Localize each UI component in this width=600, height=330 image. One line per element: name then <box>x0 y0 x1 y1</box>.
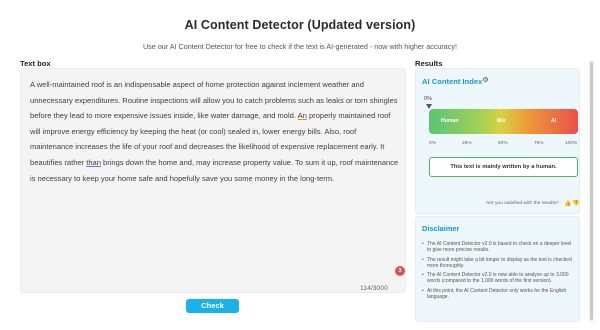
disclaimer-item: The result might take a bit longer to di… <box>422 257 572 269</box>
gauge-tick: 0% <box>429 141 436 146</box>
verdict-box: This text is mainly written by a human. <box>429 157 578 177</box>
gauge-label-human: Human <box>441 118 459 124</box>
results-label: Results <box>415 59 443 68</box>
results-panel: AI Content Index? 0% Human Mix AI 0% 25%… <box>415 68 580 214</box>
info-icon[interactable]: ? <box>483 77 489 82</box>
text-input-area[interactable]: A well-maintained roof is an indispensab… <box>20 68 406 293</box>
gauge-label-ai: AI <box>551 118 557 124</box>
ai-index-gauge: Human Mix AI <box>429 109 578 134</box>
thumbs-up-icon[interactable]: 👍 <box>564 200 571 207</box>
gauge-tick: 50% <box>498 141 508 146</box>
ai-content-index-title: AI Content Index? <box>422 77 489 86</box>
thumbs-down-icon[interactable]: 👎 <box>572 200 579 207</box>
grammar-flag-an[interactable]: An <box>298 111 307 120</box>
disclaimer-item: The AI Content Detector v2.0 is based to… <box>422 241 572 253</box>
disclaimer-title: Disclaimer <box>422 224 460 233</box>
page-title: AI Content Detector (Updated version) <box>184 18 416 32</box>
disclaimer-item: The AI Content Detector v2.0 is now able… <box>422 272 572 284</box>
check-button[interactable]: Check <box>186 299 239 313</box>
gauge-label-mix: Mix <box>497 118 506 124</box>
disclaimer-item: At this point, the AI Content Detector o… <box>422 288 572 300</box>
grammar-flag-than[interactable]: than <box>86 158 101 167</box>
scrollbar-thumb[interactable] <box>590 62 593 320</box>
gauge-tick: 25% <box>462 141 472 146</box>
disclaimer-panel: Disclaimer The AI Content Detector v2.0 … <box>415 216 580 322</box>
gauge-tick: 75% <box>534 141 544 146</box>
textbox-label: Text box <box>20 59 51 68</box>
percentage-readout: 0% <box>424 96 432 102</box>
gauge-tick: 100% <box>565 141 578 146</box>
text-input-content[interactable]: A well-maintained roof is an indispensab… <box>30 77 400 186</box>
grammar-count-badge[interactable]: 3 <box>395 266 405 276</box>
disclaimer-list: The AI Content Detector v2.0 is based to… <box>422 241 572 303</box>
satisfaction-question: Are you satisfied with the results? <box>486 201 559 206</box>
word-count: 114/3000 <box>360 285 388 292</box>
page-subtitle: Use our AI Content Detector for free to … <box>142 42 457 51</box>
ai-content-index-label: AI Content Index <box>422 77 483 86</box>
